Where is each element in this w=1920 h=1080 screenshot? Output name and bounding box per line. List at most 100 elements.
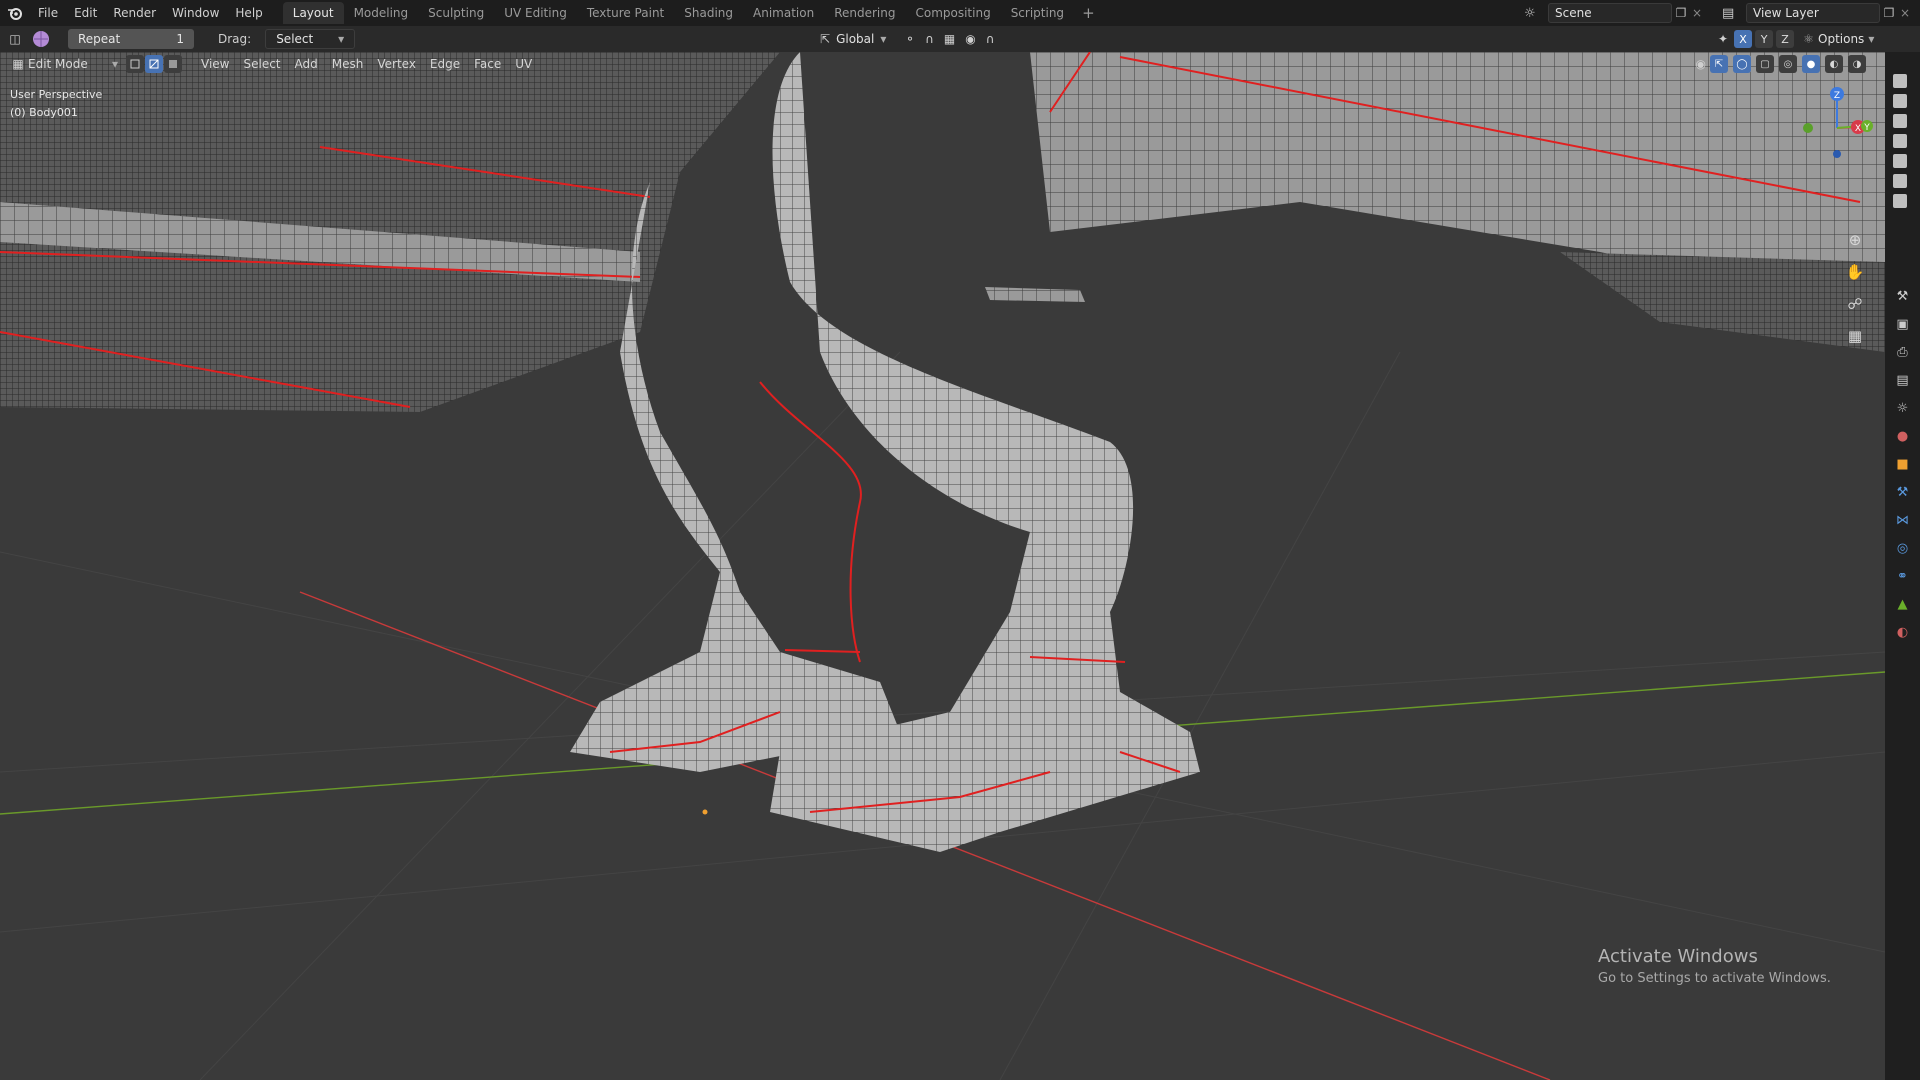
pivot-snap-group: ⚬ ∩ ▦ ◉ ∩ [905, 29, 994, 49]
copy-icon[interactable]: ❐ [1672, 6, 1690, 20]
vertex-select-mode-button[interactable] [126, 55, 144, 73]
workspace-tabs: Layout Modeling Sculpting UV Editing Tex… [282, 0, 1103, 26]
pan-hand-icon[interactable]: ✋ [1843, 260, 1867, 284]
menu-render[interactable]: Render [105, 0, 164, 26]
mirror-y-toggle[interactable]: Y [1755, 30, 1774, 48]
tab-layout[interactable]: Layout [282, 2, 344, 24]
render-visibility-icon[interactable] [1893, 174, 1907, 188]
activation-watermark: Activate Windows Go to Settings to activ… [1598, 946, 1831, 986]
header-menu-vertex[interactable]: Vertex [370, 57, 423, 71]
menu-window[interactable]: Window [164, 0, 227, 26]
tab-modeling[interactable]: Modeling [344, 2, 419, 24]
zoom-icon[interactable]: ⊕ [1843, 228, 1867, 252]
render-visibility-icon[interactable] [1893, 94, 1907, 108]
tab-animation[interactable]: Animation [743, 2, 824, 24]
repeat-count: 1 [176, 32, 184, 46]
chevron-down-icon: ▾ [880, 32, 887, 46]
data-tab-icon[interactable]: ▲ [1892, 593, 1914, 615]
navigation-gizmo[interactable]: Z X Y [1780, 84, 1880, 184]
drag-select[interactable]: Select Box ▾ [265, 29, 356, 64]
header-menu-view[interactable]: View [194, 57, 236, 71]
navigation-tools: ⊕ ✋ ☍ ▦ [1843, 228, 1867, 348]
camera-view-icon[interactable]: ☍ [1843, 292, 1867, 316]
overlay-toggle-icon[interactable]: ◯ [1733, 55, 1751, 73]
view-layer-field[interactable]: View Layer [1746, 3, 1880, 23]
menu-edit[interactable]: Edit [66, 0, 105, 26]
tab-sculpting[interactable]: Sculpting [418, 2, 494, 24]
transform-orientation[interactable]: ⇱ Global ▾ [820, 29, 886, 49]
mode-selector[interactable]: Edit Mode ▾ [28, 57, 118, 71]
header-menu-mesh[interactable]: Mesh [325, 57, 371, 71]
xray-toggle-icon[interactable]: ▢ [1756, 55, 1774, 73]
scene-tab-icon[interactable]: ☼ [1892, 397, 1914, 419]
mirror-x-toggle[interactable]: X [1734, 30, 1753, 48]
object-tab-icon[interactable]: ■ [1892, 453, 1914, 475]
gizmo-neg-z [1833, 150, 1841, 158]
mode-icon: ▦ [12, 57, 24, 71]
ortho-grid-icon[interactable]: ▦ [1843, 324, 1867, 348]
render-visibility-icon[interactable] [1893, 134, 1907, 148]
3d-viewport[interactable]: ▦ Edit Mode ▾ View Select Add Mesh Verte… [0, 52, 1885, 1080]
tab-uv-editing[interactable]: UV Editing [494, 2, 577, 24]
properties-tabs: ⚒ ▣ ⎙ ▤ ☼ ● ■ ⚒ ⋈ ◎ ⚭ ▲ ◐ [1885, 285, 1920, 643]
visibility-eye-icon[interactable]: ◉ [1696, 57, 1706, 71]
render-visibility-icon[interactable] [1893, 194, 1907, 208]
scene-selector[interactable]: ☼ Scene ❐ × [1524, 3, 1704, 23]
add-workspace-button[interactable]: + [1074, 4, 1103, 22]
tab-compositing[interactable]: Compositing [905, 2, 1000, 24]
close-icon[interactable]: × [1898, 6, 1912, 20]
gizmo-toggle-icon[interactable]: ⇱ [1710, 55, 1728, 73]
snap-magnet-icon[interactable]: ∩ [925, 32, 934, 46]
tab-rendering[interactable]: Rendering [824, 2, 905, 24]
chevron-down-icon: ▾ [111, 57, 118, 71]
snap-grid-icon[interactable]: ▦ [944, 32, 955, 46]
gizmo-z-label: Z [1834, 91, 1840, 101]
constraints-tab-icon[interactable]: ⚭ [1892, 565, 1914, 587]
header-menu-select[interactable]: Select [236, 57, 287, 71]
watermark-title: Activate Windows [1598, 946, 1758, 967]
tab-texture-paint[interactable]: Texture Paint [577, 2, 674, 24]
render-visibility-icon[interactable] [1893, 154, 1907, 168]
solid-shading-icon[interactable]: ● [1802, 55, 1820, 73]
pivot-icon[interactable]: ⚬ [905, 32, 915, 46]
material-tab-icon[interactable]: ◐ [1892, 621, 1914, 643]
modifier-tab-icon[interactable]: ⚒ [1892, 481, 1914, 503]
header-menu-add[interactable]: Add [288, 57, 325, 71]
mirror-z-toggle[interactable]: Z [1776, 30, 1795, 48]
header-menu-edge[interactable]: Edge [423, 57, 467, 71]
options-dropdown[interactable]: Options ▾ [1818, 29, 1874, 49]
render-visibility-icon[interactable] [1893, 114, 1907, 128]
menu-file[interactable]: File [30, 0, 66, 26]
render-tab-icon[interactable]: ▣ [1892, 313, 1914, 335]
edge-select-mode-button[interactable] [145, 55, 163, 73]
view-layer-selector[interactable]: ▤ View Layer ❐ × [1722, 3, 1912, 23]
proportional-edit-icon[interactable]: ◉ [965, 32, 975, 46]
gizmo-x-label: X [1855, 124, 1861, 134]
particles-tab-icon[interactable]: ⋈ [1892, 509, 1914, 531]
editor-type-icon[interactable]: ◫ [0, 32, 30, 46]
output-tab-icon[interactable]: ⎙ [1892, 341, 1914, 363]
world-tab-icon[interactable]: ● [1892, 425, 1914, 447]
repeat-field[interactable]: Repeat 1 [68, 29, 194, 49]
tab-scripting[interactable]: Scripting [1001, 2, 1074, 24]
header-menu-uv[interactable]: UV [508, 57, 539, 71]
menu-help[interactable]: Help [227, 0, 270, 26]
face-select-mode-button[interactable] [164, 55, 182, 73]
header-menu-face[interactable]: Face [467, 57, 508, 71]
viewport-scene [0, 52, 1885, 1080]
mesh-options-icon[interactable]: ⚛ [1803, 32, 1814, 46]
scene-name-field[interactable]: Scene [1548, 3, 1672, 23]
close-icon[interactable]: × [1690, 6, 1704, 20]
view-layer-tab-icon[interactable]: ▤ [1892, 369, 1914, 391]
copy-icon[interactable]: ❐ [1880, 6, 1898, 20]
material-shading-icon[interactable]: ◐ [1825, 55, 1843, 73]
rendered-shading-icon[interactable]: ◑ [1848, 55, 1866, 73]
render-visibility-icon[interactable] [1893, 74, 1907, 88]
wireframe-shading-icon[interactable]: ◎ [1779, 55, 1797, 73]
physics-tab-icon[interactable]: ◎ [1892, 537, 1914, 559]
blender-logo-icon[interactable] [0, 0, 30, 26]
tool-tab-icon[interactable]: ⚒ [1892, 285, 1914, 307]
tab-shading[interactable]: Shading [674, 2, 743, 24]
falloff-curve-icon[interactable]: ∩ [986, 32, 995, 46]
material-sphere-icon[interactable] [30, 30, 52, 48]
